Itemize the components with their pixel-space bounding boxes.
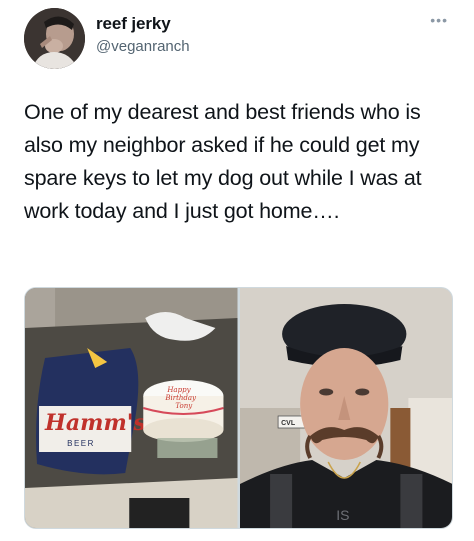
- more-options-icon[interactable]: •••: [430, 13, 448, 27]
- media-photo-cake[interactable]: Hamm's BEER Happy Birthday Tony: [25, 288, 238, 528]
- selfie-photo-image: CVL IS: [239, 288, 452, 528]
- cake-line-1: Happy: [166, 386, 191, 394]
- tweet: reef jerky @veganranch ••• One of my dea…: [0, 0, 474, 541]
- display-name[interactable]: reef jerky: [96, 14, 171, 34]
- avatar-image: [24, 8, 85, 69]
- tweet-text: One of my dearest and best friends who i…: [24, 100, 422, 223]
- sweater-brand-text: Hamm's: [44, 410, 146, 436]
- shirt-text: IS: [336, 507, 349, 523]
- media-grid: Hamm's BEER Happy Birthday Tony CVL IS: [24, 287, 453, 529]
- cake-line-2: Birthday: [164, 394, 197, 402]
- avatar[interactable]: [24, 8, 85, 69]
- user-handle[interactable]: @veganranch: [96, 37, 190, 57]
- cake-photo-image: Hamm's BEER Happy Birthday Tony: [25, 288, 238, 528]
- sweater-sub-text: BEER: [67, 439, 95, 448]
- sign-text: CVL: [281, 420, 296, 427]
- media-photo-selfie[interactable]: CVL IS: [239, 288, 452, 528]
- cake-line-3: Tony: [175, 402, 193, 410]
